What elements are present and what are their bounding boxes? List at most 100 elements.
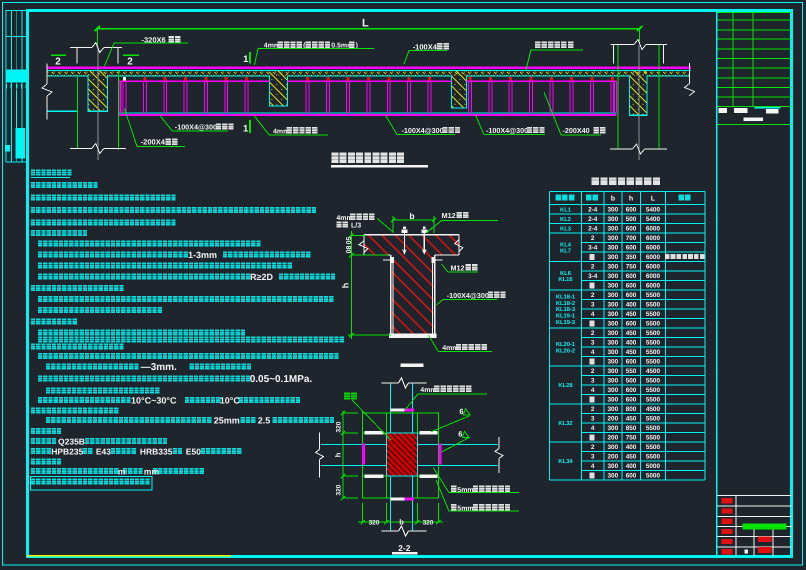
svg-text:6000: 6000 xyxy=(646,273,661,280)
svg-text:400: 400 xyxy=(626,302,637,309)
svg-text:600: 600 xyxy=(626,321,637,328)
svg-text:700: 700 xyxy=(626,235,637,242)
svg-text:KL6: KL6 xyxy=(560,270,572,277)
svg-text:10°C~30°C: 10°C~30°C xyxy=(131,396,177,406)
svg-text:L/3: L/3 xyxy=(351,222,361,230)
svg-text:320: 320 xyxy=(336,484,343,495)
svg-text:300: 300 xyxy=(608,235,619,242)
svg-text:800: 800 xyxy=(626,406,637,413)
svg-text:-100X4@300: -100X4@300 xyxy=(175,122,217,131)
svg-text:450: 450 xyxy=(626,311,637,318)
svg-text:5400: 5400 xyxy=(646,216,661,223)
svg-text:5500: 5500 xyxy=(646,340,661,347)
svg-text:2: 2 xyxy=(591,235,595,242)
svg-text:600: 600 xyxy=(626,473,637,480)
svg-text:320: 320 xyxy=(369,520,380,527)
svg-text:2: 2 xyxy=(591,330,595,337)
svg-text:—3mm.: —3mm. xyxy=(141,362,177,373)
svg-text:300: 300 xyxy=(608,283,619,290)
svg-text:b: b xyxy=(611,195,615,203)
svg-text:5000: 5000 xyxy=(646,473,661,480)
svg-text:L: L xyxy=(651,196,656,203)
svg-text:1: 1 xyxy=(243,54,249,65)
svg-text:L: L xyxy=(362,18,369,30)
svg-text:h: h xyxy=(629,195,633,203)
svg-text:6: 6 xyxy=(459,407,463,416)
svg-text:b: b xyxy=(399,518,404,527)
svg-text:KL7: KL7 xyxy=(560,249,571,255)
svg-text:m: m xyxy=(118,467,126,477)
svg-text:KL1: KL1 xyxy=(560,207,572,213)
svg-text:E43: E43 xyxy=(96,447,111,457)
svg-text:300: 300 xyxy=(608,387,619,394)
svg-text:2: 2 xyxy=(591,444,595,451)
svg-text:-100X4@300: -100X4@300 xyxy=(402,126,444,135)
svg-text:6: 6 xyxy=(458,430,462,439)
svg-text:3: 3 xyxy=(591,302,595,309)
svg-text:0.05~0.1MPa.: 0.05~0.1MPa. xyxy=(250,374,313,385)
svg-text:6000: 6000 xyxy=(646,245,661,252)
svg-text:3: 3 xyxy=(591,416,595,423)
svg-text:25mm: 25mm xyxy=(214,416,240,426)
svg-text:1-3mm: 1-3mm xyxy=(188,250,217,260)
svg-text:600: 600 xyxy=(626,273,637,280)
svg-text:500: 500 xyxy=(626,216,637,223)
svg-text:300: 300 xyxy=(608,397,619,404)
svg-text:300: 300 xyxy=(608,273,619,280)
svg-text:5500: 5500 xyxy=(646,444,661,451)
svg-text:4: 4 xyxy=(591,311,595,318)
svg-text:-200X40: -200X40 xyxy=(563,126,590,135)
svg-text:KL18-3: KL18-3 xyxy=(556,306,576,313)
svg-text:5500: 5500 xyxy=(646,349,661,356)
svg-text:300: 300 xyxy=(608,226,619,233)
svg-text:KL34: KL34 xyxy=(558,458,573,465)
svg-text:5500: 5500 xyxy=(646,378,661,385)
svg-text:3: 3 xyxy=(591,378,595,385)
svg-text:300: 300 xyxy=(608,245,619,252)
svg-text:200: 200 xyxy=(608,454,619,461)
svg-text:KL3: KL3 xyxy=(560,225,572,232)
svg-text:KL20-1: KL20-1 xyxy=(556,341,576,348)
svg-text:300: 300 xyxy=(608,444,619,451)
svg-text:300: 300 xyxy=(608,254,619,261)
svg-text:5000: 5000 xyxy=(646,463,661,470)
svg-text:750: 750 xyxy=(626,264,637,271)
svg-text:2-4: 2-4 xyxy=(588,226,598,233)
svg-text:300: 300 xyxy=(608,359,619,366)
svg-text:KL18-2: KL18-2 xyxy=(556,300,575,307)
svg-text:E50: E50 xyxy=(186,447,201,457)
svg-text:300: 300 xyxy=(608,378,619,385)
svg-text:4: 4 xyxy=(591,463,595,470)
svg-text:200: 200 xyxy=(608,416,619,423)
svg-text:4: 4 xyxy=(591,425,595,432)
svg-text:300: 300 xyxy=(608,264,619,271)
svg-text:300: 300 xyxy=(608,406,619,413)
svg-text:5500: 5500 xyxy=(646,425,661,432)
svg-text:4500: 4500 xyxy=(646,368,661,375)
svg-text:KL16: KL16 xyxy=(558,276,573,283)
svg-text:300: 300 xyxy=(608,368,619,375)
svg-text:2: 2 xyxy=(591,264,595,271)
svg-text:320: 320 xyxy=(423,520,434,527)
svg-text:05: 05 xyxy=(346,237,353,245)
svg-text:2: 2 xyxy=(55,57,61,68)
svg-text:4: 4 xyxy=(591,349,595,356)
svg-text:600: 600 xyxy=(626,387,637,394)
svg-text:5500: 5500 xyxy=(646,359,661,366)
svg-text:5500: 5500 xyxy=(646,454,661,461)
svg-text:KL19-3: KL19-3 xyxy=(556,319,576,326)
svg-text:2: 2 xyxy=(127,57,133,68)
svg-text:200: 200 xyxy=(608,435,619,442)
svg-text:2.5: 2.5 xyxy=(258,416,271,426)
svg-text:450: 450 xyxy=(626,454,637,461)
svg-text:600: 600 xyxy=(626,226,637,233)
svg-text:400: 400 xyxy=(626,340,637,347)
svg-text:2-2: 2-2 xyxy=(398,543,411,553)
svg-text:R≥2D: R≥2D xyxy=(250,272,273,282)
svg-text:KL18-1: KL18-1 xyxy=(556,293,576,300)
svg-text:600: 600 xyxy=(626,207,637,214)
svg-text:450: 450 xyxy=(626,349,637,356)
svg-text:450: 450 xyxy=(626,330,637,337)
svg-text:300: 300 xyxy=(608,321,619,328)
svg-text:300: 300 xyxy=(608,292,619,299)
